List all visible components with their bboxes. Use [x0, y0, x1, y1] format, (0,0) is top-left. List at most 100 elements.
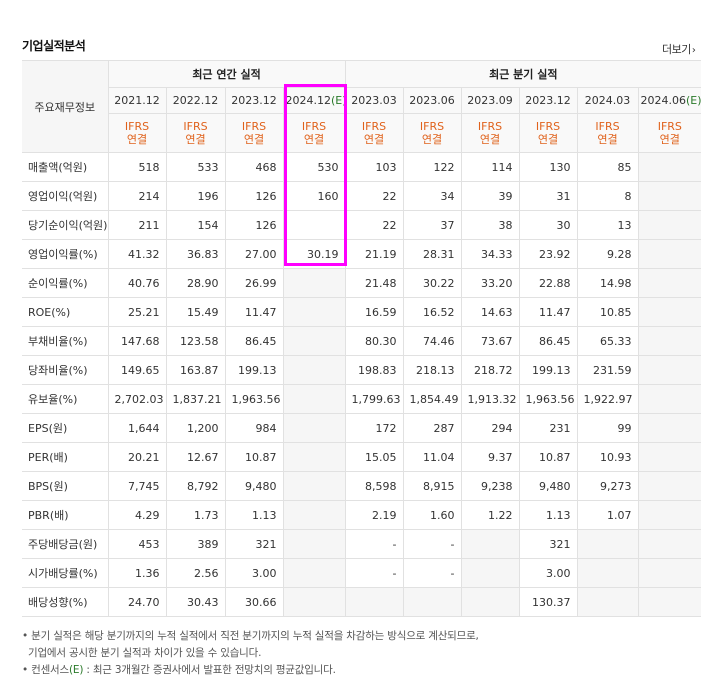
table-cell: 30.43	[165, 587, 226, 617]
table-cell	[282, 297, 346, 327]
table-cell: 147.68	[107, 326, 167, 356]
table-cell: 22.88	[518, 268, 578, 298]
financial-table-body: 매출액(억원) 518 533 468 530 103 122 114 130 85 영업이익(억원…	[22, 152, 702, 617]
table-cell: 1,922.97	[576, 384, 639, 414]
table-cell: 1,913.32	[460, 384, 520, 414]
period-header: 2021.12	[108, 87, 167, 114]
table-cell	[282, 442, 346, 472]
table-cell: 22	[344, 181, 404, 211]
table-cell: 14.63	[460, 297, 520, 327]
table-cell: 2,702.03	[107, 384, 167, 414]
table-cell: 16.52	[402, 297, 462, 327]
table-cell	[282, 384, 346, 414]
table-cell: 9,238	[460, 471, 520, 501]
chevron-right-icon: ›	[691, 45, 696, 56]
table-cell: 321	[518, 529, 578, 559]
table-row: 당좌비율(%) 149.65 163.87 199.13 198.83 218.13 218…	[22, 355, 702, 385]
table-cell: 3.00	[518, 558, 578, 588]
table-row: 배당성향(%) 24.70 30.43 30.66 130.37	[22, 587, 702, 617]
table-cell: -	[402, 529, 462, 559]
header-group-row: 주요재무정보 최근 연간 실적 최근 분기 실적	[22, 60, 702, 153]
table-cell: 38	[460, 210, 520, 240]
table-cell: 86.45	[518, 326, 578, 356]
table-cell	[282, 500, 346, 530]
table-cell: -	[344, 558, 404, 588]
table-cell: 8,792	[165, 471, 226, 501]
table-cell: 1.22	[460, 500, 520, 530]
table-cell: 218.13	[402, 355, 462, 385]
period-header: 2023.12	[518, 87, 578, 114]
annual-group-header: 최근 연간 실적	[107, 60, 346, 88]
table-cell: 130.37	[518, 587, 578, 617]
row-label: 유보율(%)	[22, 384, 109, 414]
table-cell	[344, 587, 404, 617]
table-cell	[282, 326, 346, 356]
table-cell: 533	[165, 152, 226, 182]
table-cell: 9,480	[518, 471, 578, 501]
table-cell: 36.83	[165, 239, 226, 269]
row-label: 시가배당률(%)	[22, 558, 109, 588]
table-cell: 11.04	[402, 442, 462, 472]
table-cell: 73.67	[460, 326, 520, 356]
period-header: 2023.06	[402, 87, 462, 114]
note-consensus: • 컨센서스(E) : 최근 3개월간 증권사에서 발표한 전망치의 평균값입니…	[22, 664, 336, 676]
table-cell: 1.73	[165, 500, 226, 530]
row-label: 부채비율(%)	[22, 326, 109, 356]
table-cell: 9.28	[576, 239, 639, 269]
table-cell: 33.20	[460, 268, 520, 298]
table-cell	[637, 442, 702, 472]
table-cell: 160	[282, 181, 346, 211]
table-cell	[576, 529, 639, 559]
table-cell: 10.93	[576, 442, 639, 472]
table-cell	[282, 529, 346, 559]
table-cell: 103	[344, 152, 404, 182]
table-row: 당기순이익(억원) 211 154 126 22 37 38 30 13	[22, 210, 702, 240]
table-cell: 16.59	[344, 297, 404, 327]
table-row: 유보율(%) 2,702.03 1,837.21 1,963.56 1,799.63 1,…	[22, 384, 702, 414]
table-cell: 65.33	[576, 326, 639, 356]
period-header: 2022.12	[165, 87, 226, 114]
period-header: 2024.12(E)	[282, 87, 346, 114]
table-cell: 1,200	[165, 413, 226, 443]
table-cell	[282, 471, 346, 501]
table-cell: 8	[576, 181, 639, 211]
table-cell: 7,745	[107, 471, 167, 501]
table-cell: 196	[165, 181, 226, 211]
table-cell	[637, 471, 702, 501]
table-cell	[460, 558, 520, 588]
table-cell: 287	[402, 413, 462, 443]
table-cell: 123.58	[165, 326, 226, 356]
table-cell	[637, 268, 702, 298]
table-cell	[637, 297, 702, 327]
row-label: PBR(배)	[22, 500, 109, 530]
table-row: EPS(원) 1,644 1,200 984 172 287 294 231 99	[22, 413, 702, 443]
more-link[interactable]: 더보기›	[662, 41, 696, 57]
table-cell	[460, 587, 520, 617]
table-cell: 149.65	[107, 355, 167, 385]
table-row: ROE(%) 25.21 15.49 11.47 16.59 16.52 14.63 11.4…	[22, 297, 702, 327]
table-cell: 231	[518, 413, 578, 443]
table-cell: 154	[165, 210, 226, 240]
table-cell: 10.87	[518, 442, 578, 472]
table-cell	[576, 558, 639, 588]
table-cell	[637, 587, 702, 617]
table-cell: 34	[402, 181, 462, 211]
period-header: 2023.03	[344, 87, 404, 114]
corner-label: 주요재무정보	[22, 60, 109, 153]
section-title: 기업실적분석	[22, 39, 86, 53]
table-cell: 130	[518, 152, 578, 182]
table-cell: 518	[107, 152, 167, 182]
table-cell: 1,963.56	[224, 384, 284, 414]
more-link-label: 더보기	[662, 43, 691, 56]
table-cell	[282, 355, 346, 385]
row-label: BPS(원)	[22, 471, 109, 501]
table-cell: 12.67	[165, 442, 226, 472]
row-label: PER(배)	[22, 442, 109, 472]
table-cell: 1.13	[224, 500, 284, 530]
row-label: 영업이익률(%)	[22, 239, 109, 269]
table-cell: 8,598	[344, 471, 404, 501]
row-label: 배당성향(%)	[22, 587, 109, 617]
table-cell: 389	[165, 529, 226, 559]
table-cell	[637, 152, 702, 182]
table-row: 영업이익률(%) 41.32 36.83 27.00 30.19 21.19 28.31 34…	[22, 239, 702, 269]
